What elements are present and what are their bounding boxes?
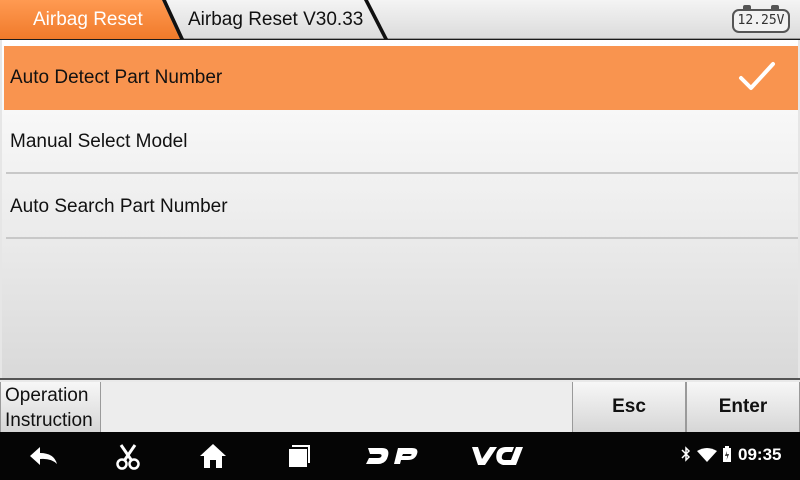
recents-icon[interactable] [285,444,311,468]
operation-instruction-button[interactable]: Operation Instruction [0,382,101,432]
scissors-icon[interactable] [114,443,142,471]
menu-item-label: Manual Select Model [10,131,188,152]
esc-button[interactable]: Esc [572,382,686,432]
menu-item-auto-search[interactable]: Auto Search Part Number [6,175,798,239]
menu-item-auto-detect[interactable]: Auto Detect Part Number [4,46,798,110]
battery-icon [723,446,731,462]
breadcrumb-bar: Airbag Reset Airbag Reset V30.33 12.25V [0,0,800,39]
breadcrumb-separator [364,0,388,39]
esc-button-label: Esc [612,396,646,417]
bluetooth-icon [681,446,691,462]
checkmark-icon [739,62,775,90]
enter-button[interactable]: Enter [686,382,800,432]
button-bar-spacer [101,382,572,432]
breadcrumb-item-label: Airbag Reset [33,9,143,30]
dp-icon[interactable] [366,446,418,466]
battery-voltage-badge: 12.25V [732,5,790,33]
wifi-icon [697,448,717,462]
home-icon[interactable] [199,443,227,469]
menu-list: Auto Detect Part Number Manual Select Mo… [0,40,800,378]
menu-item-label: Auto Detect Part Number [10,67,223,88]
enter-button-label: Enter [718,396,768,417]
button-bar: Operation Instruction Esc Enter [0,378,800,432]
clock-time: 09:35 [738,445,782,464]
button-label-line2: Instruction [5,410,93,431]
button-label-line1: Operation [5,385,89,406]
menu-item-manual-select[interactable]: Manual Select Model [6,110,798,174]
system-nav-bar: 09:35 [0,432,800,480]
menu-item-label: Auto Search Part Number [10,196,228,217]
breadcrumb-item-current: Airbag Reset V30.33 [188,9,364,30]
vci-icon[interactable] [470,445,526,467]
back-icon[interactable] [26,444,60,468]
